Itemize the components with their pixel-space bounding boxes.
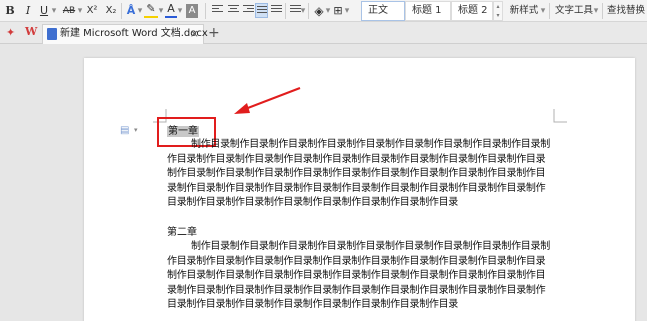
strikethrough-button[interactable]: AB bbox=[60, 2, 78, 20]
text-tools-button[interactable]: 文字工具 bbox=[553, 2, 595, 20]
paragraph-handle-icon[interactable]: ▤ bbox=[120, 125, 129, 136]
chevron-down-icon[interactable]: ▾ bbox=[50, 2, 58, 20]
border-icon[interactable]: ⊞ bbox=[332, 2, 344, 20]
italic-button[interactable]: I bbox=[22, 2, 34, 20]
text-effect-icon[interactable]: Å bbox=[124, 2, 138, 20]
tab-title: 新建 Microsoft Word 文档.docx bbox=[60, 28, 208, 39]
word-doc-icon bbox=[47, 28, 57, 40]
distributed-align-icon[interactable] bbox=[271, 5, 282, 16]
chevron-down-icon[interactable]: ▾ bbox=[134, 126, 138, 134]
chevron-down-icon[interactable]: ▾ bbox=[593, 2, 599, 20]
formatting-toolbar: B I U ▾ AB ▾ X² X₂ Å ▾ ✎ ▾ A ▾ A ▾ ◈ ▾ ⊞… bbox=[0, 0, 647, 22]
chevron-down-icon[interactable]: ▾ bbox=[137, 2, 143, 20]
paint-bucket-icon[interactable]: ◈ bbox=[312, 2, 326, 20]
toolbar-divider bbox=[121, 3, 122, 19]
bold-button[interactable]: B bbox=[3, 2, 17, 20]
underline-button[interactable]: U bbox=[38, 2, 50, 20]
superscript-button[interactable]: X² bbox=[84, 2, 100, 20]
style-normal[interactable]: 正文 bbox=[361, 1, 405, 21]
chevron-down-icon[interactable]: ▾ bbox=[325, 2, 331, 20]
chapter2-paragraph[interactable]: 制作目录制作目录制作目录制作目录制作目录制作目录制作目录制作目录制作目录制作目录… bbox=[167, 240, 553, 313]
document-page[interactable]: ▤ ▾ 第一章 制作目录制作目录制作目录制作目录制作目录制作目录制作目录制作目录… bbox=[84, 58, 635, 321]
annotation-arrow bbox=[234, 86, 301, 114]
margin-corner-mark bbox=[553, 109, 567, 123]
close-icon[interactable]: × bbox=[190, 25, 199, 43]
highlighter-icon[interactable]: ✎ bbox=[144, 2, 158, 18]
chapter1-paragraph[interactable]: 制作目录制作目录制作目录制作目录制作目录制作目录制作目录制作目录制作目录制作目录… bbox=[167, 138, 553, 211]
toolbar-divider bbox=[549, 3, 550, 19]
chevron-down-icon[interactable]: ▾ bbox=[158, 2, 164, 20]
new-style-button[interactable]: 新样式 bbox=[506, 2, 542, 20]
style-gallery-scroll[interactable]: ▴ ▾ bbox=[493, 1, 503, 21]
align-center-icon[interactable] bbox=[228, 5, 239, 16]
wps-logo-icon[interactable]: W bbox=[25, 25, 37, 38]
char-shading-button[interactable]: A bbox=[186, 4, 198, 18]
toolbar-divider bbox=[205, 3, 206, 19]
chevron-down-icon[interactable]: ▾ bbox=[77, 2, 83, 20]
style-heading-2[interactable]: 标题 2 bbox=[451, 1, 493, 21]
pin-icon[interactable]: ✦ bbox=[6, 26, 15, 39]
chevron-down-icon[interactable]: ▾ bbox=[177, 2, 183, 20]
tab-document[interactable]: 新建 Microsoft Word 文档.docx × bbox=[42, 24, 208, 44]
chevron-down-icon[interactable]: ▾ bbox=[540, 2, 546, 20]
chapter2-heading[interactable]: 第二章 bbox=[167, 226, 197, 240]
style-heading-1[interactable]: 标题 1 bbox=[405, 1, 451, 21]
align-left-icon[interactable] bbox=[212, 5, 223, 16]
toolbar-divider bbox=[602, 3, 603, 19]
find-replace-button[interactable]: 查找替换 bbox=[606, 2, 646, 20]
new-tab-button[interactable]: + bbox=[208, 24, 220, 42]
subscript-button[interactable]: X₂ bbox=[103, 2, 119, 20]
align-right-icon[interactable] bbox=[243, 5, 254, 16]
toolbar-divider bbox=[285, 3, 286, 19]
chevron-down-icon[interactable]: ▾ bbox=[300, 2, 306, 20]
font-color-button[interactable]: A bbox=[165, 2, 177, 18]
chevron-down-icon[interactable]: ▾ bbox=[344, 2, 350, 20]
toolbar-divider bbox=[308, 3, 309, 19]
justify-icon[interactable] bbox=[255, 3, 268, 18]
document-tab-bar: ✦ W 新建 Microsoft Word 文档.docx × + bbox=[0, 22, 647, 44]
